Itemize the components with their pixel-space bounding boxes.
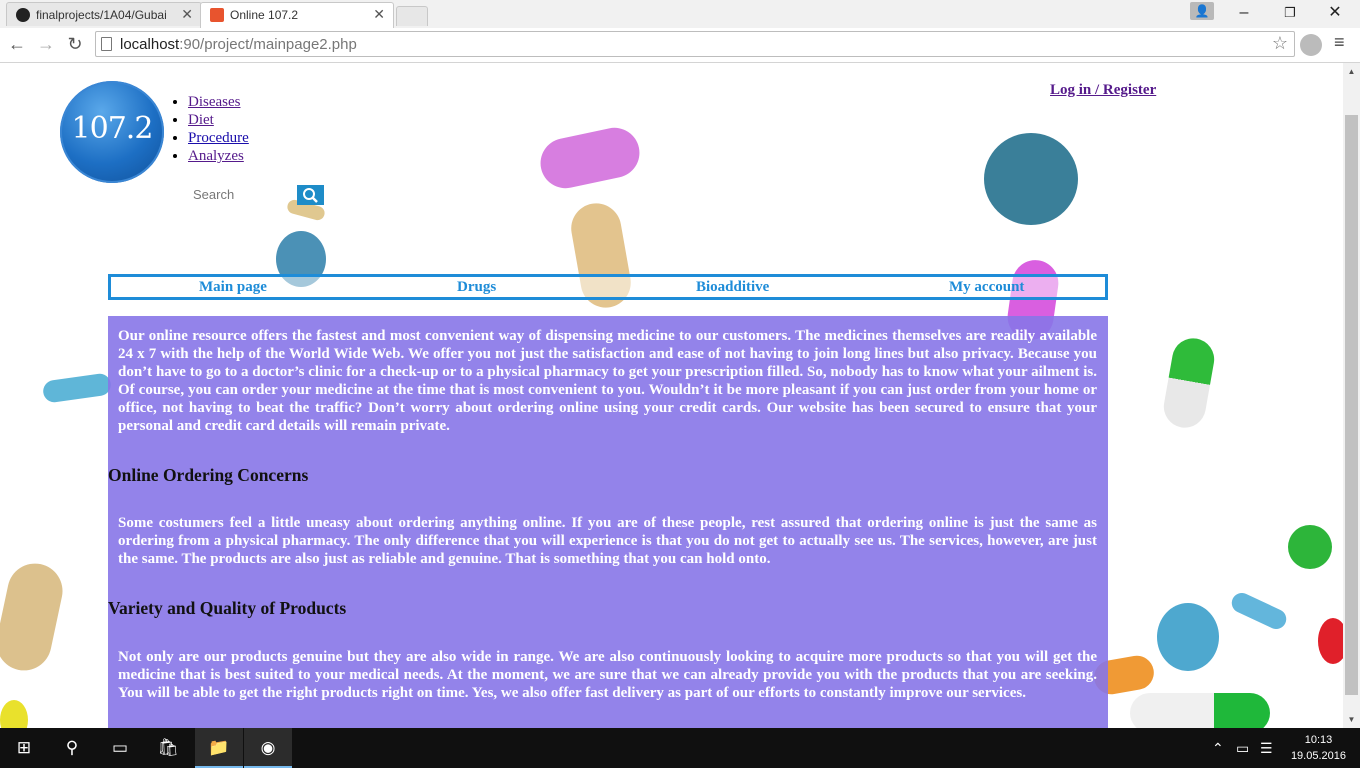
file-explorer-icon[interactable]: 📁 xyxy=(195,728,243,768)
browser-toolbar: ← → ↻ localhost:90/project/mainpage2.php… xyxy=(0,28,1360,63)
back-icon[interactable]: ← xyxy=(5,32,29,56)
tab-title: finalprojects/1A04/Gubai xyxy=(36,8,167,22)
bookmark-star-icon[interactable]: ☆ xyxy=(1272,33,1288,54)
menu-bioadditive[interactable]: Bioadditive xyxy=(696,279,769,296)
windows-taskbar: ⊞ ⚲ ▭ 🛍 📁 ◉ ⌃ ▭ ☰ 10:13 19.05.2016 xyxy=(0,728,1360,768)
menu-main-page[interactable]: Main page xyxy=(199,279,267,296)
search-taskbar-icon[interactable]: ⚲ xyxy=(48,728,96,768)
close-icon[interactable]: ✕ xyxy=(181,6,193,23)
site-favicon-icon xyxy=(210,8,224,22)
reload-icon[interactable]: ↻ xyxy=(63,32,87,56)
nav-item-diseases: Diseases xyxy=(188,93,249,111)
tab-strip: finalprojects/1A04/Gubai ✕ Online 107.2 … xyxy=(0,0,1360,29)
top-nav-list: Diseases Diet Procedure Analyzes xyxy=(170,93,249,165)
intro-paragraph: Our online resource offers the fastest a… xyxy=(118,328,1097,434)
nav-item-diet: Diet xyxy=(188,111,249,129)
tray-chevron-icon[interactable]: ⌃ xyxy=(1212,728,1224,768)
page-scrollbar[interactable]: ▲ ▼ xyxy=(1343,63,1360,728)
extension-icon[interactable] xyxy=(1300,34,1322,56)
notifications-icon[interactable]: ☰ xyxy=(1260,728,1273,768)
page-viewport: 107.2 Diseases Diet Procedure Analyzes L… xyxy=(0,63,1343,728)
main-menu-bar: Main page Drugs Bioadditive My account xyxy=(108,274,1108,300)
nav-item-procedure: Procedure xyxy=(188,129,249,147)
scroll-up-icon[interactable]: ▲ xyxy=(1343,63,1360,80)
scroll-down-icon[interactable]: ▼ xyxy=(1343,711,1360,728)
content-panel: Our online resource offers the fastest a… xyxy=(108,316,1108,728)
clock-date: 19.05.2016 xyxy=(1290,750,1346,762)
close-icon[interactable]: ✕ xyxy=(373,6,385,23)
link-procedure[interactable]: Procedure xyxy=(188,130,249,146)
search-button[interactable] xyxy=(297,185,324,205)
clock-time: 10:13 xyxy=(1304,734,1333,746)
task-view-icon[interactable]: ▭ xyxy=(96,728,144,768)
site-logo[interactable]: 107.2 xyxy=(60,81,164,183)
variety-paragraph: Not only are our products genuine but th… xyxy=(118,649,1097,701)
scroll-thumb[interactable] xyxy=(1345,115,1358,695)
chrome-menu-icon[interactable]: ≡ xyxy=(1334,32,1345,53)
url-host: localhost xyxy=(120,36,180,53)
page-icon xyxy=(101,37,112,51)
new-tab-button[interactable] xyxy=(396,6,428,26)
login-register-link[interactable]: Log in / Register xyxy=(1050,82,1156,99)
heading-variety-quality: Variety and Quality of Products xyxy=(108,598,347,618)
search-icon xyxy=(303,188,318,203)
profile-icon[interactable]: 👤 xyxy=(1190,2,1214,20)
windows-start-icon[interactable]: ⊞ xyxy=(0,728,48,768)
menu-drugs[interactable]: Drugs xyxy=(457,279,496,296)
heading-online-ordering: Online Ordering Concerns xyxy=(108,465,309,485)
store-icon[interactable]: 🛍 xyxy=(144,728,192,768)
link-analyzes[interactable]: Analyzes xyxy=(188,148,244,164)
link-diet[interactable]: Diet xyxy=(188,112,214,128)
search-input[interactable] xyxy=(188,184,296,204)
tab-title: Online 107.2 xyxy=(230,8,299,22)
taskbar-clock[interactable]: 10:13 19.05.2016 xyxy=(1291,732,1346,764)
nav-item-analyzes: Analyzes xyxy=(188,147,249,165)
close-window-button[interactable]: ✕ xyxy=(1312,0,1358,28)
forward-icon[interactable]: → xyxy=(34,32,58,56)
url-text[interactable]: localhost:90/project/mainpage2.php xyxy=(120,36,357,53)
restore-button[interactable]: ❐ xyxy=(1267,0,1313,28)
menu-my-account[interactable]: My account xyxy=(949,279,1024,296)
tab-online-107[interactable]: Online 107.2 ✕ xyxy=(200,2,394,28)
tab-github[interactable]: finalprojects/1A04/Gubai ✕ xyxy=(6,2,202,26)
ordering-paragraph: Some costumers feel a little uneasy abou… xyxy=(118,515,1097,567)
address-bar[interactable]: localhost:90/project/mainpage2.php ☆ xyxy=(95,31,1295,57)
link-diseases[interactable]: Diseases xyxy=(188,94,241,110)
github-icon xyxy=(16,8,30,22)
url-path: :90/project/mainpage2.php xyxy=(179,36,357,53)
battery-icon[interactable]: ▭ xyxy=(1236,728,1249,768)
chrome-taskbar-icon[interactable]: ◉ xyxy=(244,728,292,768)
logo-text: 107.2 xyxy=(71,111,154,146)
minimize-button[interactable]: – xyxy=(1221,0,1267,28)
